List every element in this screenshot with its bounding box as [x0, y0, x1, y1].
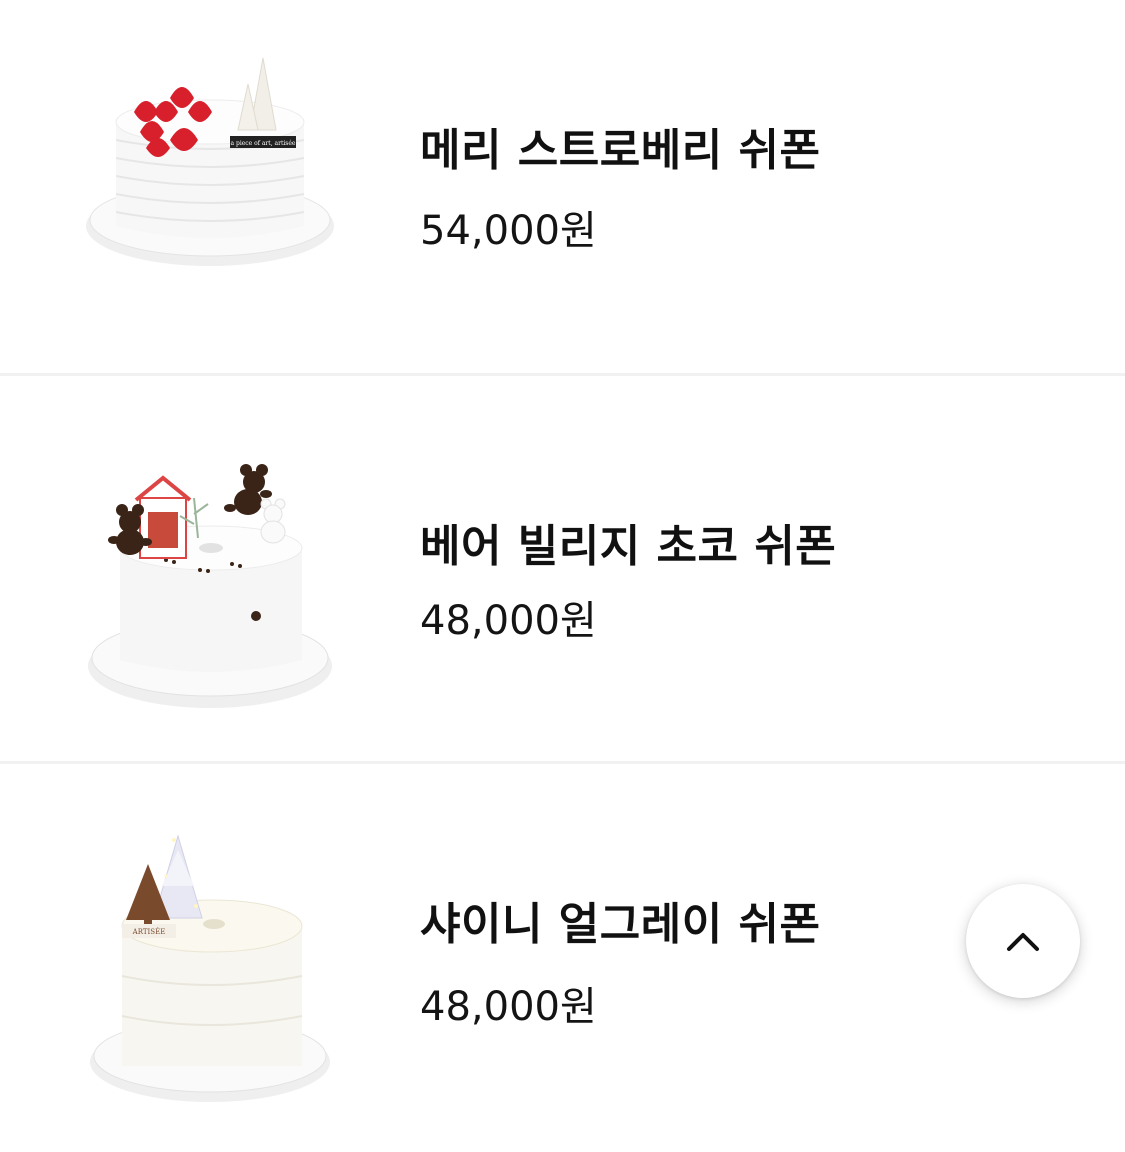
product-name: 메리 스트로베리 쉬폰: [420, 125, 821, 176]
product-price: 48,000원: [420, 984, 597, 1030]
bear-village-chiffon-cake-image: [88, 464, 332, 708]
product-item[interactable]: a piece of art, artisée 메리 스트로베리 쉬폰 54,0…: [0, 0, 1125, 376]
topper-text: ARTISÉE: [132, 927, 166, 936]
product-price: 54,000원: [420, 208, 597, 254]
earl-grey-chiffon-cake-image: ARTISÉE: [90, 834, 330, 1102]
product-price: 48,000원: [420, 598, 597, 644]
chevron-up-icon: [1007, 933, 1039, 951]
product-item[interactable]: 베어 빌리지 초코 쉬폰 48,000원: [0, 388, 1125, 764]
product-name: 샤이니 얼그레이 쉬폰: [420, 899, 821, 950]
product-item[interactable]: ARTISÉE 샤이니 얼그레이 쉬폰 48,000원: [0, 776, 1125, 1152]
topper-text: a piece of art, artisée: [231, 140, 296, 147]
product-list: a piece of art, artisée 메리 스트로베리 쉬폰 54,0…: [0, 0, 1125, 1102]
strawberry-chiffon-cake-image: a piece of art, artisée: [86, 57, 334, 266]
product-name: 베어 빌리지 초코 쉬폰: [420, 521, 837, 572]
scroll-to-top-button[interactable]: [966, 884, 1080, 998]
